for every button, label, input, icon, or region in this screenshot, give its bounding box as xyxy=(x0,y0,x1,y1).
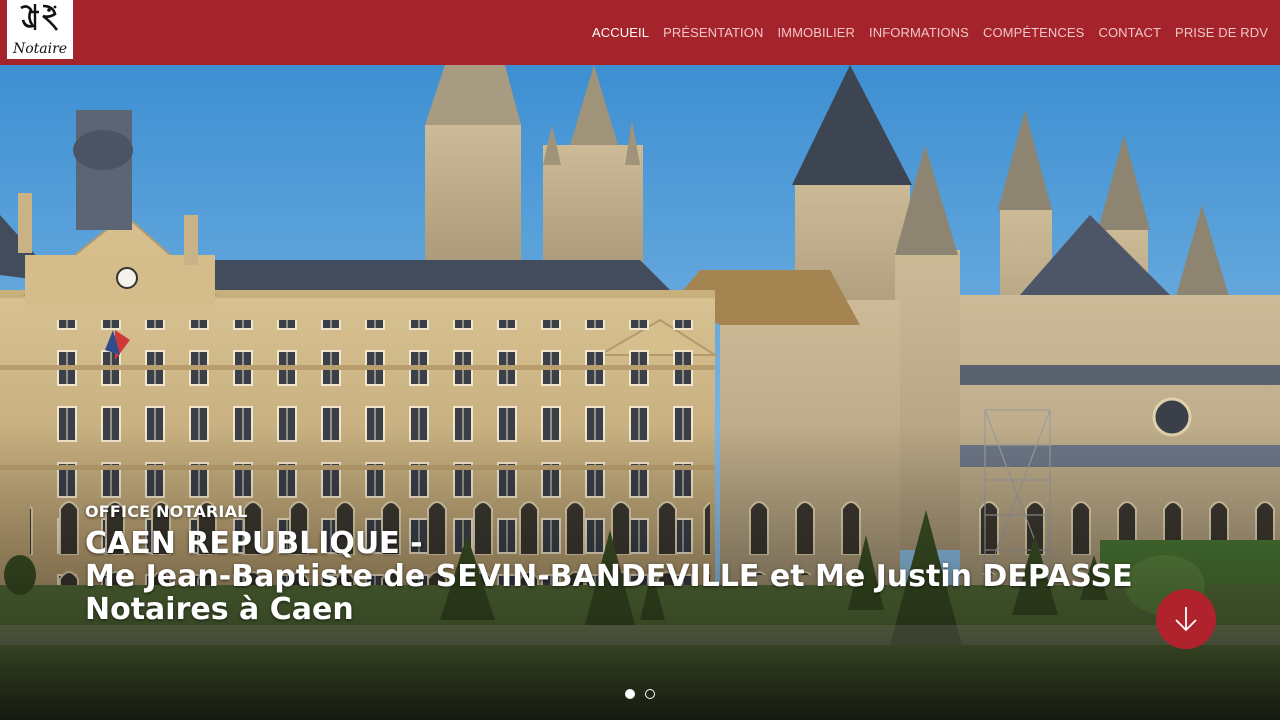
hero-title: CAEN REPUBLIQUE - Me Jean-Baptiste de SE… xyxy=(85,527,1133,626)
hero-title-line-2: Me Jean-Baptiste de SEVIN-BANDEVILLE et … xyxy=(85,559,1133,594)
site-header: Notaire ACCUEIL PRÉSENTATION IMMOBILIER INF… xyxy=(0,0,1280,65)
nav-item-prise-de-rdv[interactable]: PRISE DE RDV xyxy=(1175,25,1268,40)
nav-item-comp-tences[interactable]: COMPÉTENCES xyxy=(983,25,1085,40)
main-navigation: ACCUEIL PRÉSENTATION IMMOBILIER INFORMATION… xyxy=(592,0,1268,65)
notaire-emblem-icon xyxy=(20,4,59,31)
slider-pagination xyxy=(625,689,655,699)
hero-eyebrow: OFFICE NOTARIAL xyxy=(85,502,248,521)
hero-title-line-3: Notaires à Caen xyxy=(85,592,354,627)
logo-text: Notaire xyxy=(12,41,68,57)
nav-item-contact[interactable]: CONTACT xyxy=(1098,25,1161,40)
arrow-down-icon xyxy=(1175,607,1197,632)
slider-dot-1[interactable] xyxy=(625,689,635,699)
hero-caption: OFFICE NOTARIAL CAEN REPUBLIQUE - Me Jea… xyxy=(85,502,1133,626)
nav-item-pr-sentation[interactable]: PRÉSENTATION xyxy=(663,25,763,40)
scroll-down-button[interactable] xyxy=(1156,589,1216,649)
nav-item-informations[interactable]: INFORMATIONS xyxy=(869,25,969,40)
nav-item-immobilier[interactable]: IMMOBILIER xyxy=(777,25,855,40)
nav-item-accueil[interactable]: ACCUEIL xyxy=(592,25,649,40)
hero-title-line-1: CAEN REPUBLIQUE - xyxy=(85,526,423,561)
notaire-logo[interactable]: Notaire xyxy=(7,0,73,59)
hero-slider: OFFICE NOTARIAL CAEN REPUBLIQUE - Me Jea… xyxy=(0,65,1280,720)
slider-dot-2[interactable] xyxy=(645,689,655,699)
